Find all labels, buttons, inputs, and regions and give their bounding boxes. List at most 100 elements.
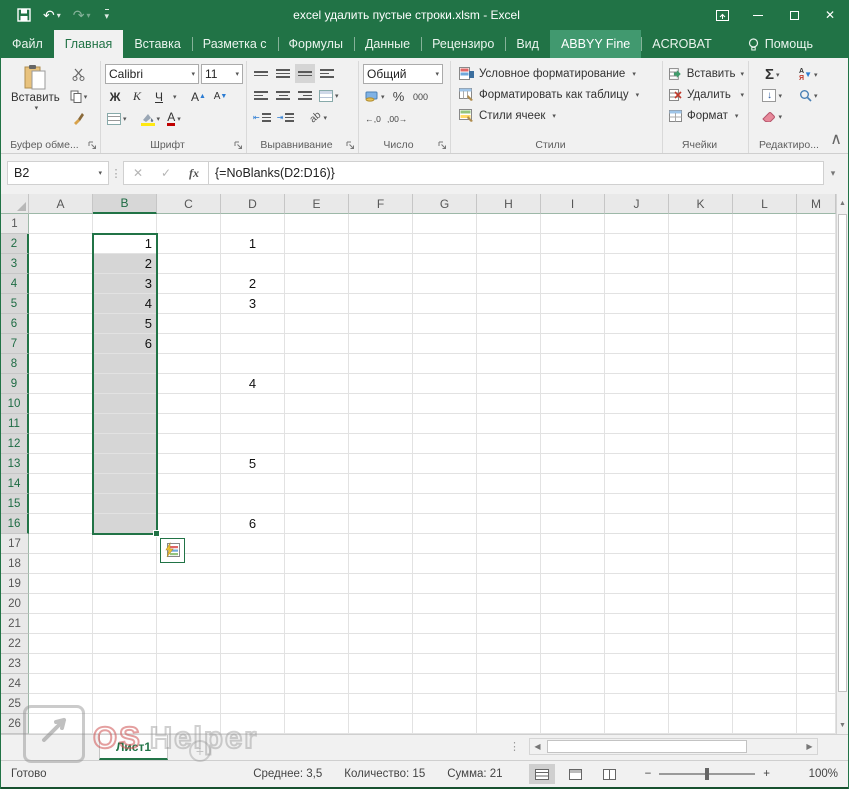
cell-M22[interactable]: [797, 634, 836, 654]
align-bottom-button[interactable]: [295, 64, 315, 83]
cell-K7[interactable]: [669, 334, 733, 354]
zoom-level[interactable]: 100%: [796, 768, 838, 780]
cell-H22[interactable]: [477, 634, 541, 654]
cell-A5[interactable]: [29, 294, 93, 314]
row-header-19[interactable]: 19: [1, 574, 29, 594]
cell-I25[interactable]: [541, 694, 605, 714]
tab-помощь[interactable]: Помощь: [737, 30, 824, 58]
cell-F21[interactable]: [349, 614, 413, 634]
tab-abbyy-fine[interactable]: ABBYY Fine: [550, 30, 641, 58]
align-middle-button[interactable]: [273, 64, 293, 83]
cell-L17[interactable]: [733, 534, 797, 554]
scroll-up-button[interactable]: ▲: [837, 194, 848, 212]
cell-G6[interactable]: [413, 314, 477, 334]
cell-G25[interactable]: [413, 694, 477, 714]
cell-C19[interactable]: [157, 574, 221, 594]
cell-L20[interactable]: [733, 594, 797, 614]
vertical-scrollbar[interactable]: ▲ ▼: [836, 194, 848, 734]
cell-J17[interactable]: [605, 534, 669, 554]
cell-K16[interactable]: [669, 514, 733, 534]
cell-M4[interactable]: [797, 274, 836, 294]
cell-B26[interactable]: [93, 714, 157, 734]
cell-B20[interactable]: [93, 594, 157, 614]
cell-A23[interactable]: [29, 654, 93, 674]
cell-I3[interactable]: [541, 254, 605, 274]
cell-E20[interactable]: [285, 594, 349, 614]
cell-M24[interactable]: [797, 674, 836, 694]
orientation-button[interactable]: ab▾: [308, 108, 329, 127]
cell-K25[interactable]: [669, 694, 733, 714]
row-header-11[interactable]: 11: [1, 414, 29, 434]
sheet-tab[interactable]: Лист1: [99, 735, 168, 760]
cell-K2[interactable]: [669, 234, 733, 254]
cell-K17[interactable]: [669, 534, 733, 554]
cell-B1[interactable]: [93, 214, 157, 234]
cell-G4[interactable]: [413, 274, 477, 294]
cell-B17[interactable]: [93, 534, 157, 554]
cell-B21[interactable]: [93, 614, 157, 634]
cell-C25[interactable]: [157, 694, 221, 714]
cell-I13[interactable]: [541, 454, 605, 474]
cell-C3[interactable]: [157, 254, 221, 274]
cell-B16[interactable]: [93, 514, 157, 534]
close-button[interactable]: ✕: [812, 0, 848, 30]
grow-font-button[interactable]: А▲: [189, 87, 209, 106]
cell-D20[interactable]: [221, 594, 285, 614]
cell-G16[interactable]: [413, 514, 477, 534]
insert-cells-button[interactable]: Вставить ▾: [667, 63, 746, 84]
cell-F7[interactable]: [349, 334, 413, 354]
cell-M23[interactable]: [797, 654, 836, 674]
cell-I14[interactable]: [541, 474, 605, 494]
cell-J12[interactable]: [605, 434, 669, 454]
row-header-21[interactable]: 21: [1, 614, 29, 634]
scroll-right-button[interactable]: ▶: [802, 742, 817, 751]
ribbon-display-options-button[interactable]: [704, 0, 740, 30]
cell-E10[interactable]: [285, 394, 349, 414]
cell-E26[interactable]: [285, 714, 349, 734]
cell-D17[interactable]: [221, 534, 285, 554]
cell-M25[interactable]: [797, 694, 836, 714]
cell-G3[interactable]: [413, 254, 477, 274]
accounting-format-button[interactable]: ▾: [363, 87, 387, 106]
cell-A7[interactable]: [29, 334, 93, 354]
tab-acrobat[interactable]: ACROBAT: [641, 30, 723, 58]
cell-B7[interactable]: 6: [93, 334, 157, 354]
row-header-5[interactable]: 5: [1, 294, 29, 314]
cell-I1[interactable]: [541, 214, 605, 234]
cell-D24[interactable]: [221, 674, 285, 694]
tab-файл[interactable]: Файл: [1, 30, 54, 58]
cell-K13[interactable]: [669, 454, 733, 474]
cell-I2[interactable]: [541, 234, 605, 254]
cell-H2[interactable]: [477, 234, 541, 254]
cell-F11[interactable]: [349, 414, 413, 434]
cell-I22[interactable]: [541, 634, 605, 654]
cell-K4[interactable]: [669, 274, 733, 294]
cell-G13[interactable]: [413, 454, 477, 474]
cell-J9[interactable]: [605, 374, 669, 394]
row-header-1[interactable]: 1: [1, 214, 29, 234]
cell-H11[interactable]: [477, 414, 541, 434]
cell-G17[interactable]: [413, 534, 477, 554]
cell-A21[interactable]: [29, 614, 93, 634]
cell-M12[interactable]: [797, 434, 836, 454]
cell-M17[interactable]: [797, 534, 836, 554]
cell-D16[interactable]: 6: [221, 514, 285, 534]
cell-J13[interactable]: [605, 454, 669, 474]
cell-L1[interactable]: [733, 214, 797, 234]
cell-M6[interactable]: [797, 314, 836, 334]
column-header-L[interactable]: L: [733, 194, 797, 214]
cell-I12[interactable]: [541, 434, 605, 454]
cell-D26[interactable]: [221, 714, 285, 734]
cell-B25[interactable]: [93, 694, 157, 714]
cell-H12[interactable]: [477, 434, 541, 454]
cell-K12[interactable]: [669, 434, 733, 454]
cell-L23[interactable]: [733, 654, 797, 674]
cell-B6[interactable]: 5: [93, 314, 157, 334]
cell-J21[interactable]: [605, 614, 669, 634]
cell-M19[interactable]: [797, 574, 836, 594]
column-header-B[interactable]: B: [93, 194, 157, 214]
cell-I20[interactable]: [541, 594, 605, 614]
tab-вход[interactable]: Вход: [838, 30, 849, 58]
cell-F13[interactable]: [349, 454, 413, 474]
horizontal-scroll-thumb[interactable]: [547, 740, 747, 753]
